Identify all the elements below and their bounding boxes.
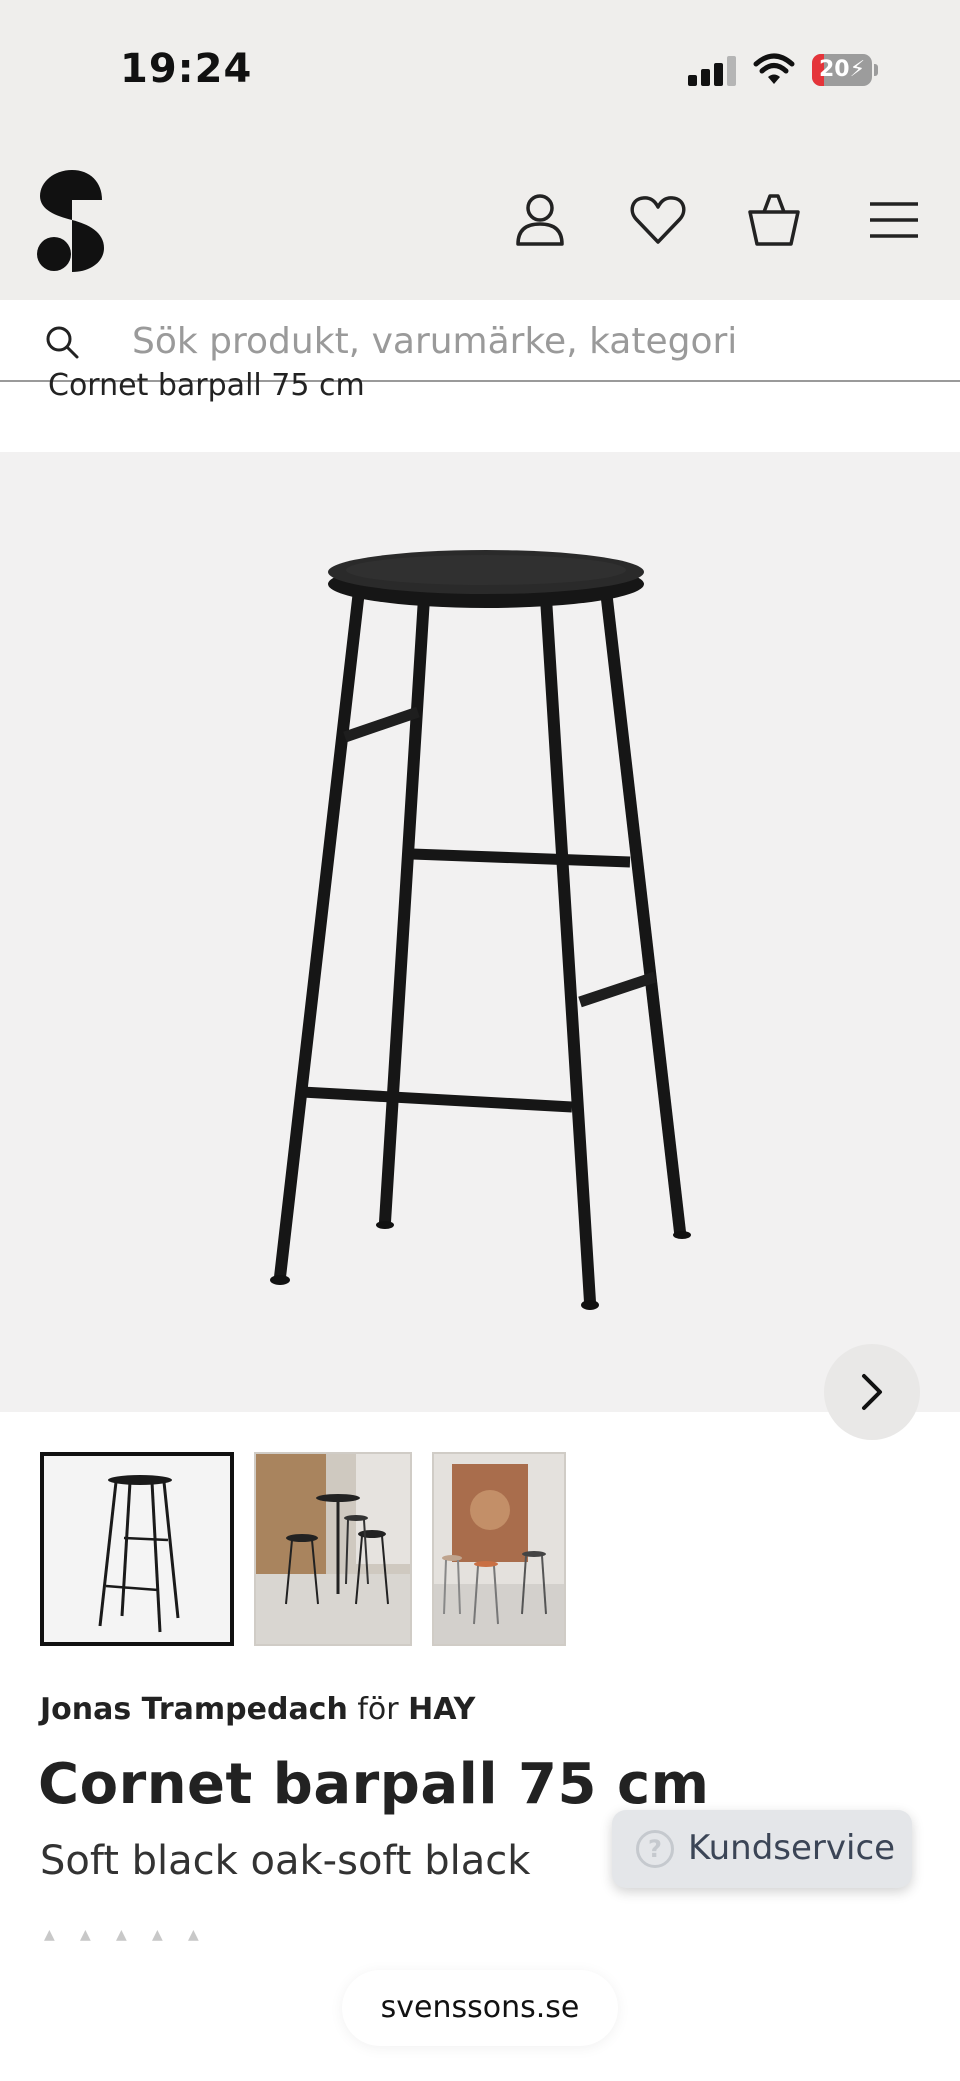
- designer-name[interactable]: Jonas Trampedach: [40, 1692, 348, 1727]
- svenssons-logo[interactable]: [36, 170, 108, 272]
- designer-connector: för: [357, 1692, 399, 1727]
- chevron-right-icon: [862, 1374, 882, 1410]
- next-image-button[interactable]: [824, 1344, 920, 1440]
- stool-product-image: [98, 1475, 180, 1633]
- search-input[interactable]: [132, 312, 912, 370]
- designer-brand-line: Jonas Trampedach för HAY: [40, 1692, 475, 1727]
- rating-star-icon: ▲: [116, 1927, 127, 1943]
- rating-star-icon: ▲: [152, 1927, 163, 1943]
- rating-star-icon: ▲: [80, 1927, 91, 1943]
- battery-level: 20⚡: [818, 57, 866, 82]
- account-icon[interactable]: [510, 190, 570, 250]
- thumbnail-stool-product[interactable]: [40, 1452, 234, 1646]
- browser-url-bar[interactable]: svenssons.se: [342, 1970, 618, 2046]
- status-time: 19:24: [120, 46, 253, 92]
- stool-product-image: [270, 550, 691, 1310]
- stools-in-room-image: [256, 1454, 410, 1644]
- thumbnail-stools-in-room[interactable]: [254, 1452, 412, 1646]
- shopping-basket-icon[interactable]: [744, 190, 804, 250]
- kundservice-button[interactable]: ? Kundservice: [612, 1810, 912, 1888]
- product-title: Cornet barpall 75 cm: [38, 1752, 710, 1817]
- kundservice-label: Kundservice: [688, 1828, 896, 1868]
- question-icon: ?: [636, 1830, 674, 1868]
- search-icon[interactable]: [44, 324, 80, 360]
- product-variant: Soft black oak-soft black: [40, 1838, 531, 1884]
- hamburger-menu-icon[interactable]: [864, 190, 924, 250]
- wifi-icon: [753, 53, 795, 84]
- stools-with-tapestry-image: [434, 1454, 564, 1644]
- site-header: [0, 140, 960, 300]
- thumbnail-stools-with-tapestry[interactable]: [432, 1452, 566, 1646]
- status-bar: 19:24 20⚡: [0, 0, 960, 140]
- heart-icon[interactable]: [628, 190, 688, 250]
- product-image-gallery[interactable]: [0, 452, 960, 1440]
- battery-charging-icon: 20⚡: [812, 54, 878, 86]
- brand-name[interactable]: HAY: [408, 1692, 475, 1727]
- cellular-signal-icon: [688, 56, 736, 86]
- rating-star-icon: ▲: [44, 1927, 55, 1943]
- rating-stars[interactable]: ▲ ▲ ▲ ▲ ▲: [44, 1924, 224, 1944]
- breadcrumb[interactable]: Cornet barpall 75 cm: [48, 368, 365, 403]
- rating-star-icon: ▲: [188, 1927, 199, 1943]
